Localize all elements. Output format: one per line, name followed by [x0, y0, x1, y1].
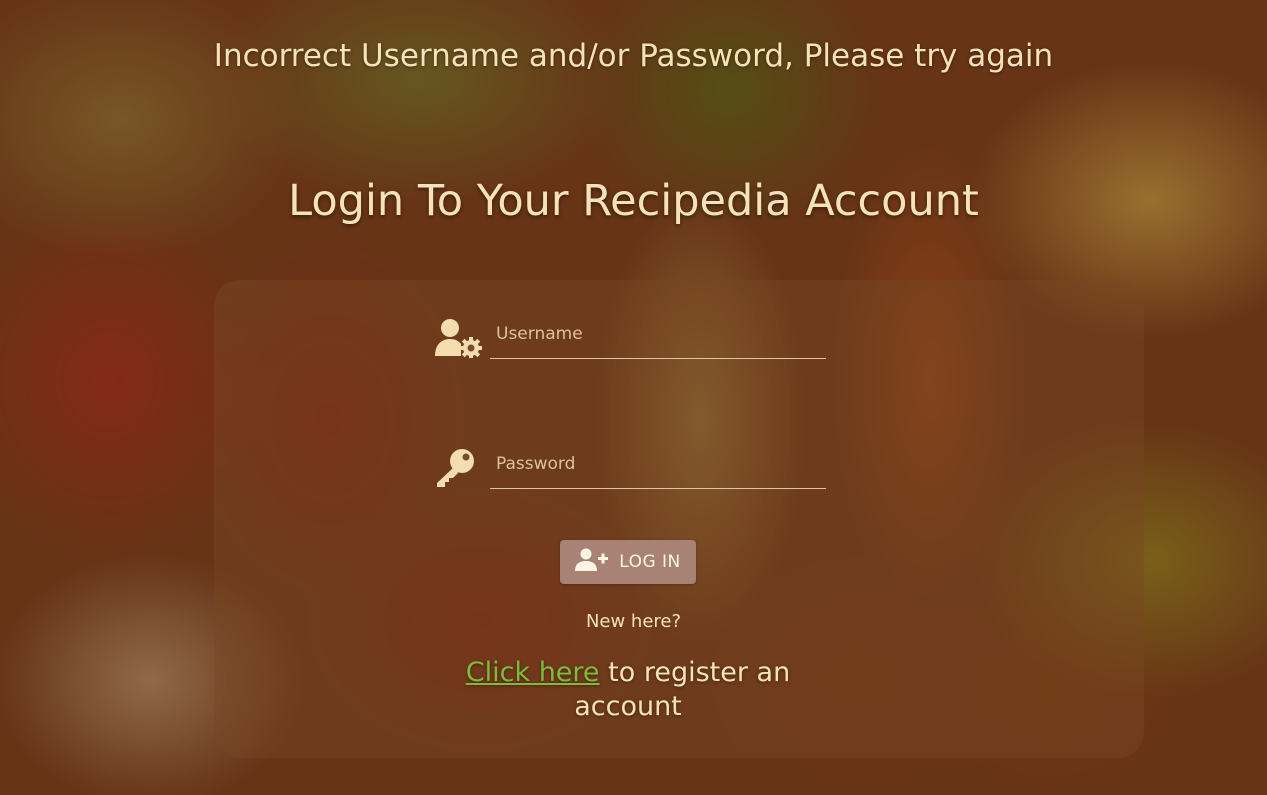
login-button-label: LOG IN: [619, 552, 681, 572]
new-here-text: New here?: [585, 611, 682, 632]
username-input[interactable]: [490, 314, 826, 359]
username-row: [434, 314, 826, 359]
error-message: Incorrect Username and/or Password, Plea…: [213, 38, 1054, 74]
user-gear-icon: [434, 317, 484, 359]
register-prompt: Click here to register an account: [450, 656, 806, 724]
page-title: Login To Your Recipedia Account: [288, 176, 979, 226]
key-icon: [434, 447, 484, 489]
password-input[interactable]: [490, 444, 826, 489]
register-text: to register an account: [574, 657, 791, 722]
password-row: [434, 444, 826, 489]
user-plus-icon: [575, 548, 609, 577]
login-button[interactable]: LOG IN: [560, 540, 696, 584]
register-link[interactable]: Click here: [466, 657, 600, 688]
